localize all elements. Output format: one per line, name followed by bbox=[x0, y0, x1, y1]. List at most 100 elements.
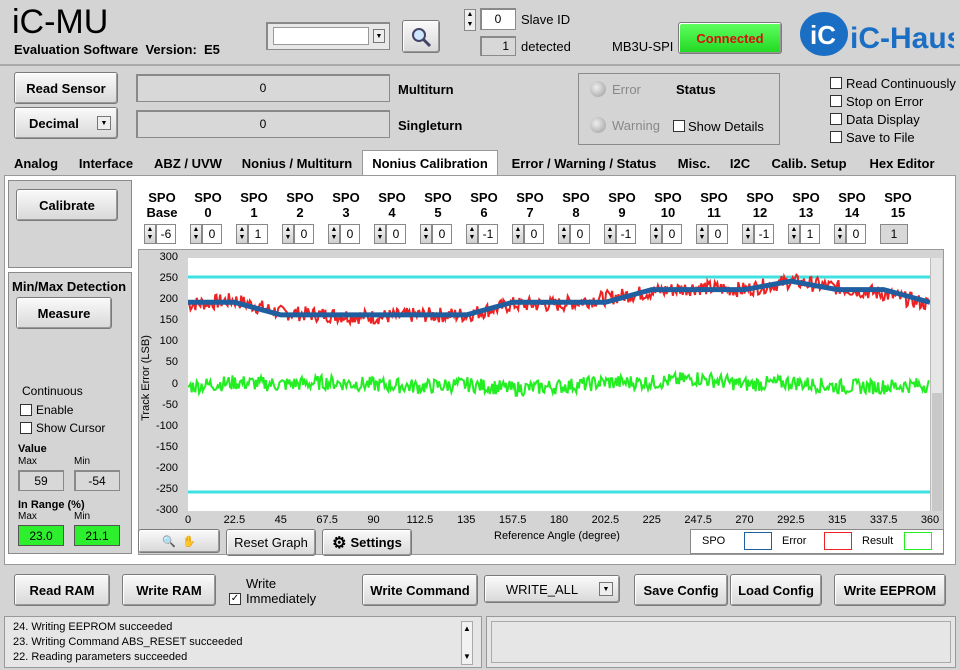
spo-stepper[interactable]: ▲ ▼ 0 bbox=[834, 224, 866, 244]
write-eeprom-button[interactable]: Write EEPROM bbox=[834, 574, 946, 606]
spo-stepper[interactable]: ▲ ▼ 0 bbox=[328, 224, 360, 244]
spo-stepper[interactable]: 1 bbox=[880, 224, 908, 244]
legend-spo-label: SPO bbox=[702, 535, 726, 547]
spo-stepper[interactable]: ▲ ▼ 0 bbox=[696, 224, 728, 244]
spo-arrows-icon[interactable]: ▲ ▼ bbox=[834, 224, 846, 244]
value-min-field: -54 bbox=[74, 470, 120, 491]
read-continuously-checkbox[interactable] bbox=[830, 77, 842, 89]
spo-stepper[interactable]: ▲ ▼ 1 bbox=[236, 224, 268, 244]
load-config-button[interactable]: Load Config bbox=[730, 574, 822, 606]
spo-stepper[interactable]: ▲ ▼ 0 bbox=[650, 224, 682, 244]
spo-stepper[interactable]: ▲ ▼ 0 bbox=[282, 224, 314, 244]
spo-arrows-icon[interactable]: ▲ ▼ bbox=[282, 224, 294, 244]
spo-arrows-icon[interactable]: ▲ ▼ bbox=[190, 224, 202, 244]
spo-value[interactable]: -1 bbox=[616, 224, 636, 244]
spo-value[interactable]: 0 bbox=[662, 224, 682, 244]
tab-interface[interactable]: Interface bbox=[74, 152, 138, 174]
tab-calib-setup[interactable]: Calib. Setup bbox=[764, 152, 854, 174]
spo-arrows-icon[interactable]: ▲ ▼ bbox=[144, 224, 156, 244]
spo-stepper[interactable]: ▲ ▼ 0 bbox=[512, 224, 544, 244]
spo-stepper[interactable]: ▲ ▼ 0 bbox=[190, 224, 222, 244]
spo-stepper[interactable]: ▲ ▼ 0 bbox=[420, 224, 452, 244]
connected-button[interactable]: Connected bbox=[678, 22, 782, 54]
spo-value[interactable]: 0 bbox=[432, 224, 452, 244]
slave-id-stepper[interactable]: ▲ ▼ bbox=[464, 9, 476, 31]
search-button[interactable] bbox=[402, 20, 440, 53]
spo-value[interactable]: -6 bbox=[156, 224, 176, 244]
spo-stepper[interactable]: ▲ ▼ -1 bbox=[604, 224, 636, 244]
spo-value[interactable]: 0 bbox=[386, 224, 406, 244]
x-tick-label: 45 bbox=[274, 514, 287, 526]
tab-nonius-calibration[interactable]: Nonius Calibration bbox=[362, 150, 498, 175]
spo-value[interactable]: 0 bbox=[202, 224, 222, 244]
tab-analog[interactable]: Analog bbox=[6, 152, 66, 174]
spo-value[interactable]: 0 bbox=[846, 224, 866, 244]
spo-arrows-icon[interactable]: ▲ ▼ bbox=[466, 224, 478, 244]
save-config-button[interactable]: Save Config bbox=[634, 574, 728, 606]
spo-stepper[interactable]: ▲ ▼ 0 bbox=[374, 224, 406, 244]
spo-stepper[interactable]: ▲ ▼ 1 bbox=[788, 224, 820, 244]
log-scrollbar[interactable]: ▲ ▼ bbox=[461, 621, 473, 665]
save-to-file-checkbox[interactable] bbox=[830, 131, 842, 143]
decimal-select[interactable]: Decimal ▼ bbox=[14, 107, 118, 139]
show-cursor-checkbox[interactable] bbox=[20, 422, 32, 434]
spo-arrows-icon[interactable]: ▲ ▼ bbox=[236, 224, 248, 244]
reset-graph-button[interactable]: Reset Graph bbox=[226, 529, 316, 556]
settings-button[interactable]: ⚙ Settings bbox=[322, 529, 412, 556]
spo-value[interactable]: 0 bbox=[294, 224, 314, 244]
measure-button[interactable]: Measure bbox=[16, 297, 112, 329]
tab-abz-uvw[interactable]: ABZ / UVW bbox=[148, 152, 228, 174]
spo-arrows-icon[interactable]: ▲ ▼ bbox=[328, 224, 340, 244]
spo-stepper[interactable]: ▲ ▼ -1 bbox=[742, 224, 774, 244]
dropdown-arrow-icon[interactable]: ▼ bbox=[373, 29, 385, 43]
tab-i2c[interactable]: I2C bbox=[724, 152, 756, 174]
show-details-checkbox[interactable] bbox=[673, 120, 685, 132]
spo-arrows-icon[interactable]: ▲ ▼ bbox=[696, 224, 708, 244]
spo-arrows-icon[interactable]: ▲ ▼ bbox=[604, 224, 616, 244]
detected-label: detected bbox=[521, 39, 571, 54]
spo-arrows-icon[interactable]: ▲ ▼ bbox=[512, 224, 524, 244]
spo-stepper[interactable]: ▲ ▼ 0 bbox=[558, 224, 590, 244]
calibrate-button[interactable]: Calibrate bbox=[16, 189, 118, 221]
device-select[interactable]: ▼ bbox=[266, 22, 390, 50]
spo-arrows-icon[interactable]: ▲ ▼ bbox=[558, 224, 570, 244]
spo-value[interactable]: 0 bbox=[570, 224, 590, 244]
stop-on-error-checkbox[interactable] bbox=[830, 95, 842, 107]
spo-stepper[interactable]: ▲ ▼ -6 bbox=[144, 224, 176, 244]
chevron-down-icon: ▼ bbox=[599, 582, 613, 596]
spo-arrows-icon[interactable]: ▲ ▼ bbox=[420, 224, 432, 244]
spo-value[interactable]: -1 bbox=[478, 224, 498, 244]
spo-arrows-icon[interactable]: ▲ ▼ bbox=[742, 224, 754, 244]
spo-stepper[interactable]: ▲ ▼ -1 bbox=[466, 224, 498, 244]
tab-nonius-multiturn[interactable]: Nonius / Multiturn bbox=[236, 152, 358, 174]
write-command-button[interactable]: Write Command bbox=[362, 574, 478, 606]
spo-value[interactable]: 1 bbox=[800, 224, 820, 244]
zoom-pan-tool[interactable]: 🔍 ✋ bbox=[138, 529, 220, 553]
command-select[interactable]: WRITE_ALL ▼ bbox=[484, 575, 620, 603]
spo-value[interactable]: 0 bbox=[708, 224, 728, 244]
spo-value[interactable]: 1 bbox=[248, 224, 268, 244]
spo-arrows-icon[interactable]: ▲ ▼ bbox=[788, 224, 800, 244]
tab-misc[interactable]: Misc. bbox=[672, 152, 716, 174]
spo-arrows-icon[interactable]: ▲ ▼ bbox=[374, 224, 386, 244]
tab-hex-editor[interactable]: Hex Editor bbox=[862, 152, 942, 174]
spo-value[interactable]: 0 bbox=[340, 224, 360, 244]
write-immediately-checkbox[interactable]: ✓ bbox=[229, 593, 241, 605]
slave-id-field[interactable]: 0 bbox=[480, 8, 516, 30]
spo-arrows-icon[interactable]: ▲ ▼ bbox=[650, 224, 662, 244]
y-tick-label: 150 bbox=[159, 314, 178, 327]
spo-value[interactable]: -1 bbox=[754, 224, 774, 244]
spo-header: SPO 1 bbox=[240, 190, 268, 220]
write-ram-button[interactable]: Write RAM bbox=[122, 574, 216, 606]
read-sensor-button[interactable]: Read Sensor bbox=[14, 72, 118, 104]
y-tick-label: -150 bbox=[155, 440, 178, 453]
show-details-label: Show Details bbox=[688, 119, 764, 134]
data-display-checkbox[interactable] bbox=[830, 113, 842, 125]
plot-scrollbar[interactable] bbox=[930, 258, 942, 511]
spo-header: SPO 4 bbox=[378, 190, 406, 220]
enable-checkbox[interactable] bbox=[20, 404, 32, 416]
tab-error-warning-status[interactable]: Error / Warning / Status bbox=[504, 152, 664, 174]
track-error-plot[interactable] bbox=[188, 258, 930, 511]
read-ram-button[interactable]: Read RAM bbox=[14, 574, 110, 606]
spo-value[interactable]: 0 bbox=[524, 224, 544, 244]
